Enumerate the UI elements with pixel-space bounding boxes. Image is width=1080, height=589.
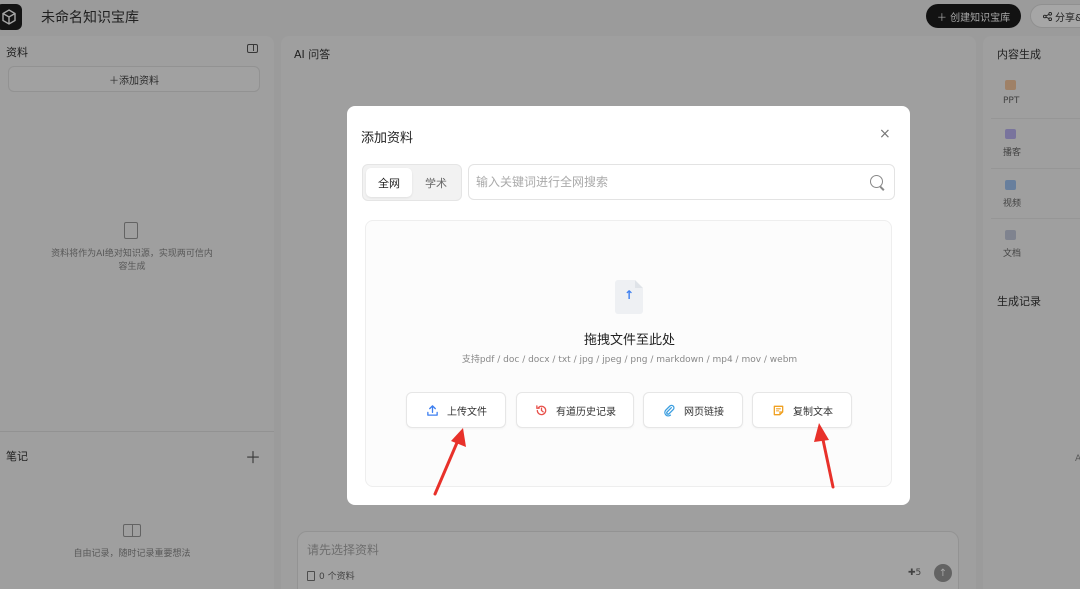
annotation-arrow-paste	[814, 423, 835, 489]
annotation-arrow-upload	[433, 428, 466, 496]
annotation-arrows	[433, 423, 835, 496]
